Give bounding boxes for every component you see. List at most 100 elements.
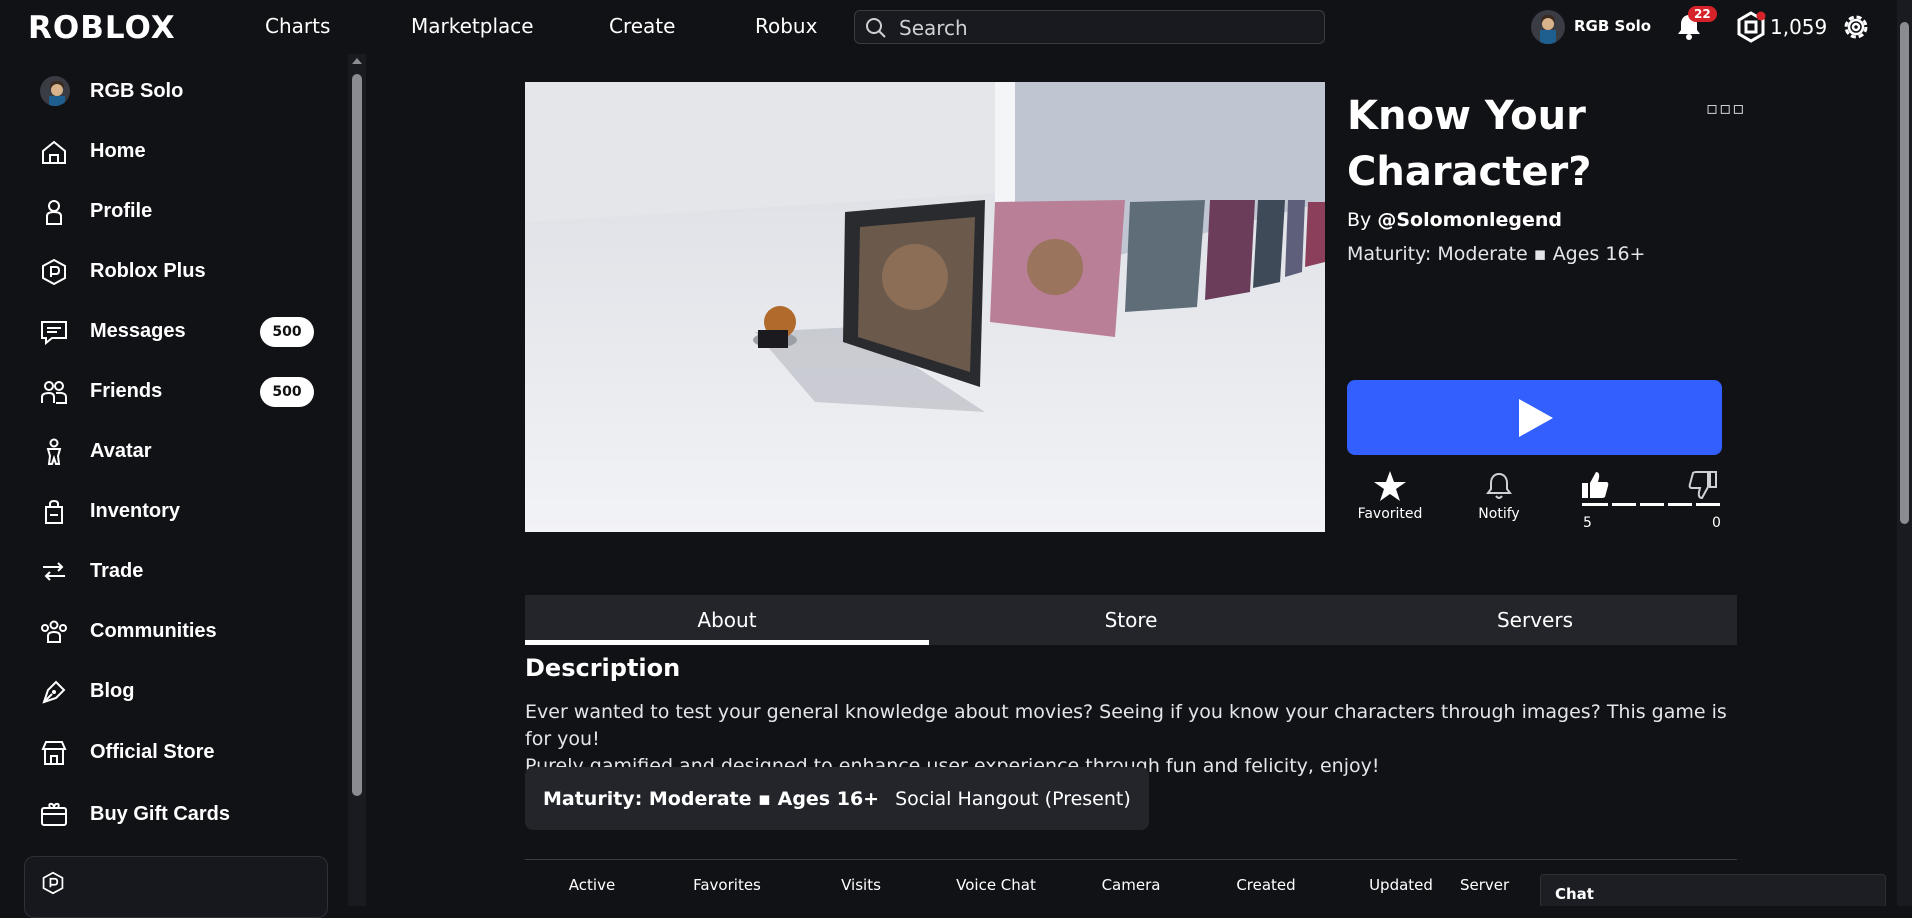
sidebar-item-label: Avatar [90,440,152,462]
avatar [40,76,70,106]
sidebar-item-messages[interactable]: Messages 500 [40,312,320,352]
favorite-button[interactable]: Favorited [1356,470,1424,522]
favorite-label: Favorited [1357,506,1423,522]
description-line: Ever wanted to test your general knowled… [525,701,1727,750]
game-creator: By @Solomonlegend [1347,209,1562,231]
sidebar-item-label: Inventory [90,500,181,522]
page-scrollbar[interactable] [1897,0,1912,906]
messages-count-badge: 500 [260,317,314,347]
nav-create[interactable]: Create [609,14,675,38]
game-tabs: About Store Servers [525,595,1737,645]
maturity-tag: Maturity: Moderate ▪ Ages 16+ [543,787,880,810]
sidebar-item-roblox-plus[interactable]: Roblox Plus [40,252,320,292]
sidebar-item-label: Messages [90,320,186,342]
stat-header-voice-chat: Voice Chat [956,876,1036,894]
sidebar-scrollbar-thumb[interactable] [352,74,362,796]
game-thumbnail[interactable] [525,82,1325,532]
sidebar-item-communities[interactable]: Communities [40,612,320,652]
search-icon [866,18,886,38]
game-scene-image [525,82,1325,532]
stat-header-visits: Visits [841,876,881,894]
robux-balance[interactable]: 1,059 [1770,15,1827,39]
sidebar-item-friends[interactable]: Friends 500 [40,372,320,412]
username-label[interactable]: RGB Solo [1574,17,1651,35]
sidebar-item-blog[interactable]: Blog [40,672,320,712]
home-icon [42,140,66,164]
search-box[interactable] [854,10,1325,44]
nav-robux[interactable]: Robux [755,14,817,38]
creator-link[interactable]: @Solomonlegend [1377,209,1562,231]
play-icon [1519,399,1553,437]
sidebar-item-avatar[interactable]: Avatar [40,432,320,472]
vote-ratio-bar [1582,503,1720,506]
notify-button[interactable]: Notify [1473,470,1525,522]
sidebar-item-label: Roblox Plus [90,260,206,282]
nav-charts[interactable]: Charts [265,14,330,38]
sidebar-item-label: Friends [90,380,163,402]
sidebar-scrollbar[interactable] [348,54,366,906]
store-icon [41,741,67,765]
tab-store[interactable]: Store [929,595,1333,645]
friends-count-badge: 500 [260,377,314,407]
profile-icon [46,200,62,225]
sidebar-item-label: Buy Gift Cards [90,803,231,825]
game-title: Know Your Character? [1347,93,1592,195]
roblox-plus-icon [42,871,64,895]
game-tags: Maturity: Moderate ▪ Ages 16+ Social Han… [525,767,1149,830]
description-heading: Description [525,654,681,682]
nav-marketplace[interactable]: Marketplace [411,14,534,38]
play-button[interactable] [1347,380,1722,455]
roblox-logo[interactable]: ROBLOX [28,10,176,46]
chat-label: Chat [1555,885,1594,903]
sidebar-item-official-store[interactable]: Official Store [40,733,320,773]
downvote-count: 0 [1712,515,1721,531]
avatar-icon [46,438,62,465]
creator-prefix: By [1347,209,1378,231]
scroll-up-arrow-icon[interactable] [352,58,362,64]
bell-outline-icon [1486,472,1512,499]
sidebar-item-label: Home [90,140,146,162]
sidebar-item-buy-gift-cards[interactable]: Buy Gift Cards [40,795,320,835]
trade-icon [43,562,65,581]
tab-about[interactable]: About [525,595,929,645]
communities-icon [41,620,67,643]
stat-header-updated: Updated [1369,876,1433,894]
gear-icon[interactable] [1840,11,1872,43]
top-navbar: ROBLOX Charts Marketplace Create Robux R… [0,0,1897,54]
sidebar-item-home[interactable]: Home [40,132,320,172]
sidebar-item-user[interactable]: RGB Solo [40,72,320,112]
roblox-plus-icon [42,258,66,286]
user-avatar[interactable] [1531,10,1565,44]
genre-tag[interactable]: Social Hangout (Present) [895,788,1131,810]
stats-divider [525,859,1737,860]
inventory-icon [45,499,63,524]
sidebar-item-label: Official Store [90,741,215,763]
stat-header-created: Created [1236,876,1296,894]
left-sidebar: RGB Solo Home Profile Roblox Plus Messag… [0,54,348,906]
maturity-rating: Maturity: Moderate ▪ Ages 16+ [1347,243,1646,265]
sidebar-item-trade[interactable]: Trade [40,552,320,592]
stat-header-server: Server [1460,876,1510,894]
search-input[interactable] [897,15,1311,41]
stat-header-active: Active [568,876,616,894]
notification-badge: 22 [1688,6,1717,22]
chat-panel[interactable]: Chat [1540,874,1886,906]
upvote-count: 5 [1583,515,1592,531]
stat-header-camera: Camera [1101,876,1161,894]
thumbs-down-icon[interactable] [1688,470,1718,500]
thumbs-up-icon[interactable] [1580,470,1610,500]
robux-icon[interactable] [1736,11,1766,43]
messages-icon [41,321,67,346]
page-scrollbar-thumb[interactable] [1900,22,1909,524]
sidebar-item-inventory[interactable]: Inventory [40,492,320,532]
roblox-plus-promo-card[interactable] [24,856,328,918]
star-icon [1374,471,1406,501]
stat-header-favorites: Favorites [693,876,761,894]
more-options-button[interactable]: ▫▫▫ [1706,98,1746,119]
sidebar-item-profile[interactable]: Profile [40,192,320,232]
sidebar-item-label: Blog [90,680,135,702]
tab-servers[interactable]: Servers [1333,595,1737,645]
friends-icon [41,381,67,404]
sidebar-item-label: Trade [90,560,144,582]
notify-label: Notify [1478,506,1520,522]
